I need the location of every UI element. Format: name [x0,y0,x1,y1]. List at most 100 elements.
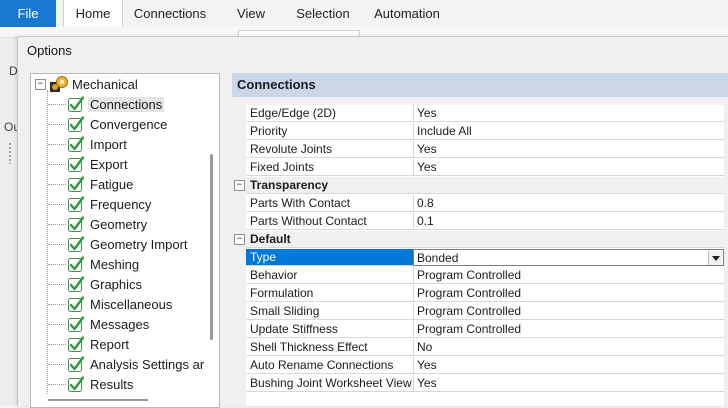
property-row-parts-without-contact[interactable]: Parts Without Contact 0.1 [232,213,724,231]
property-name: Formulation [246,285,413,302]
check-icon [68,236,84,252]
property-row-priority[interactable]: Priority Include All [232,123,724,141]
property-value-text: Program Controlled [417,268,522,282]
file-tab[interactable]: File [0,0,56,27]
tree-item-messages[interactable]: Messages [31,314,216,334]
property-name: Priority [246,123,413,140]
tree-connector [48,284,66,285]
property-row-fixed-joints[interactable]: Fixed Joints Yes [232,159,724,177]
property-value[interactable]: Program Controlled [413,321,724,338]
property-row-small-sliding[interactable]: Small Sliding Program Controlled [232,303,724,321]
tree-horizontal-scrollbar[interactable] [31,394,217,407]
property-row-bushing-joint-worksheet-view[interactable]: Bushing Joint Worksheet View Yes [232,375,724,393]
tree-item-graphics[interactable]: Graphics [31,274,216,294]
property-value[interactable]: Program Controlled [413,285,724,302]
tree-item-label: Analysis Settings ar [90,357,205,372]
tree-connector [48,204,66,205]
tree-item-connections[interactable]: Connections [31,94,216,114]
tree-item-export[interactable]: Export [31,154,216,174]
property-value[interactable]: Yes [413,159,724,176]
tree-item-meshing[interactable]: Meshing [31,254,216,274]
tree-connector [48,304,66,305]
category-label: Transparency [246,177,724,194]
category-label: Default [246,231,724,248]
collapse-icon[interactable]: − [234,234,245,245]
property-row-auto-rename-connections[interactable]: Auto Rename Connections Yes [232,357,724,375]
scrollbar-thumb[interactable] [48,399,148,401]
property-value-text: Bonded [417,251,459,265]
tree-item-label: Export [90,157,128,172]
tab-automation[interactable]: Automation [366,0,448,27]
tree-item-label: Report [90,337,130,352]
tab-selection[interactable]: Selection [290,0,356,27]
tree-item-fatigue[interactable]: Fatigue [31,174,216,194]
check-icon [68,156,84,172]
tree-item-convergence[interactable]: Convergence [31,114,216,134]
tab-view[interactable]: View [220,0,282,27]
tree-item-geometry[interactable]: Geometry [31,214,216,234]
property-name: Shell Thickness Effect [246,339,413,356]
property-value[interactable]: 0.1 [413,213,724,230]
tree-item-label: Graphics [90,277,143,292]
tree-vertical-scrollbar[interactable] [210,154,213,340]
property-value-text: 0.8 [417,196,434,210]
property-value[interactable]: Program Controlled [413,267,724,284]
ribbon-tab-strip: File Home Connections View Selection Aut… [0,0,728,27]
check-icon [68,356,84,372]
tab-connections[interactable]: Connections [128,0,212,27]
collapse-icon[interactable]: − [234,180,245,191]
property-value[interactable]: Yes [413,141,724,158]
property-value[interactable]: Yes [413,357,724,374]
property-row-formulation[interactable]: Formulation Program Controlled [232,285,724,303]
property-row-revolute-joints[interactable]: Revolute Joints Yes [232,141,724,159]
tab-home[interactable]: Home [63,0,123,27]
tree-item-report[interactable]: Report [31,334,216,354]
property-row-edge-edge-2d[interactable]: Edge/Edge (2D) Yes [232,105,724,123]
tree-root-mechanical[interactable]: − Mechanical [31,74,216,94]
property-value-text: No [417,340,433,354]
property-row-parts-with-contact[interactable]: Parts With Contact 0.8 [232,195,724,213]
tree-connector [48,104,66,105]
property-row-type[interactable]: Type Bonded [232,249,724,267]
property-name: Auto Rename Connections [246,357,413,374]
category-default[interactable]: − Default [232,231,724,249]
tree-item-label: Geometry Import [90,237,188,252]
property-value[interactable]: Include All [413,123,724,140]
tree-item-geometry-import[interactable]: Geometry Import [31,234,216,254]
tree-item-analysis-settings-ar[interactable]: Analysis Settings ar [31,354,216,374]
property-row-shell-thickness-effect[interactable]: Shell Thickness Effect No [232,339,724,357]
property-value[interactable]: No [413,339,724,356]
property-value-dropdown[interactable]: Bonded [413,249,724,266]
grip-handle [8,142,13,164]
property-value[interactable]: Yes [413,375,724,392]
collapse-icon[interactable]: − [35,79,46,90]
properties-grid[interactable]: Edge/Edge (2D) Yes Priority Include All Revo… [232,105,724,406]
property-row-update-stiffness[interactable]: Update Stiffness Program Controlled [232,321,724,339]
tree-connector [48,324,66,325]
tree-item-frequency[interactable]: Frequency [31,194,216,214]
check-icon [68,136,84,152]
property-row-behavior[interactable]: Behavior Program Controlled [232,267,724,285]
dropdown-arrow-icon[interactable] [708,251,722,265]
property-value-text: Program Controlled [417,304,522,318]
property-value-text: Yes [417,358,437,372]
property-value[interactable]: Program Controlled [413,303,724,320]
property-value[interactable]: 0.8 [413,195,724,212]
tree-item-label: Geometry [90,217,148,232]
check-icon [68,296,84,312]
property-name: Update Stiffness [246,321,413,338]
tree-item-results[interactable]: Results [31,374,216,394]
tree-connector [48,344,66,345]
options-tree[interactable]: − Mechanical Connections Convergence Impor… [30,73,220,408]
properties-header: Connections [232,73,728,97]
tree-item-import[interactable]: Import [31,134,216,154]
property-value-text: Yes [417,376,437,390]
tree-connector [48,264,66,265]
tree-item-miscellaneous[interactable]: Miscellaneous [31,294,216,314]
property-name: Fixed Joints [246,159,413,176]
category-transparency[interactable]: − Transparency [232,177,724,195]
property-name: Parts With Contact [246,195,413,212]
property-value-text: Yes [417,106,437,120]
property-value-text: Include All [417,124,472,138]
property-value[interactable]: Yes [413,105,724,122]
